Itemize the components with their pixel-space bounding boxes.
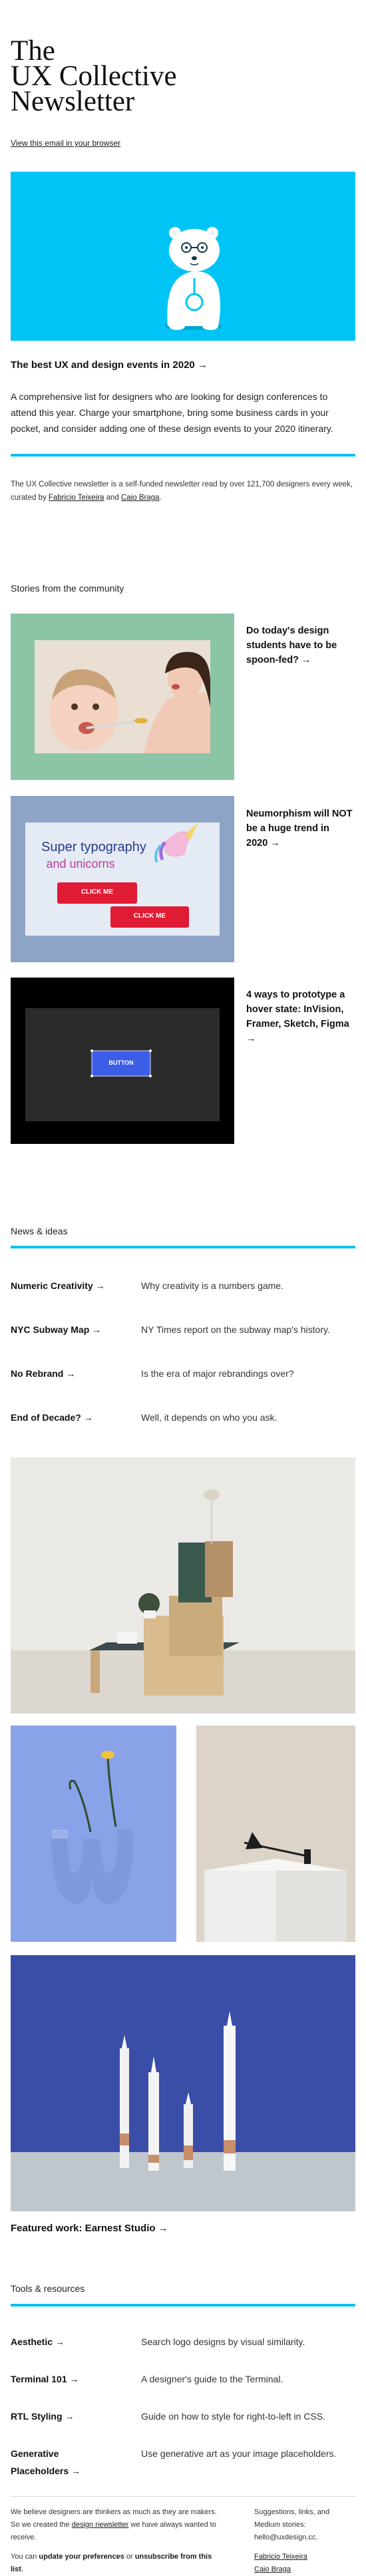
lamp-photo (196, 1726, 355, 1942)
vase-photo (11, 1726, 176, 1942)
tool-item-title[interactable]: Terminal 101 → (11, 2370, 130, 2388)
footer-link-fabricio[interactable]: Fabricio Teixeira (254, 2553, 307, 2561)
news-heading: News & ideas (11, 1226, 68, 1236)
accent-divider (11, 454, 355, 457)
neumorphism-art-button-1: CLICK ME (81, 888, 114, 896)
news-item-description: NY Times report on the subway map's hist… (141, 1324, 330, 1335)
news-item-title[interactable]: NYC Subway Map → (11, 1324, 101, 1335)
tools-divider (11, 2304, 355, 2306)
featured-photo-candles[interactable] (11, 1955, 355, 2211)
neumorphism-art-button-2: CLICK ME (133, 912, 166, 920)
masthead-line-3: Newsletter (11, 86, 135, 117)
newsletter-page: The UX Collective Newsletter View this e… (0, 0, 366, 2576)
featured-photo-lamp[interactable] (196, 1726, 355, 1942)
news-item[interactable]: End of Decade? → Well, it depends on who… (11, 1412, 355, 1428)
story-title-hover-state[interactable]: 4 ways to prototype a hover state: InVis… (246, 988, 353, 1046)
footer-pref-end: . (21, 2565, 23, 2573)
footer-about: We believe designers are thinkers as muc… (11, 2506, 224, 2576)
story-image-hover-state[interactable]: BUTTON (11, 978, 234, 1144)
story-image-spoon-fed[interactable] (11, 614, 234, 780)
news-item-title[interactable]: Numeric Creativity → (11, 1280, 105, 1291)
news-item-description: Why creativity is a numbers game. (141, 1280, 283, 1291)
news-item-title[interactable]: No Rebrand → (11, 1368, 75, 1379)
community-heading: Stories from the community (11, 583, 124, 594)
news-item-description: Well, it depends on who you ask. (141, 1412, 277, 1423)
tool-item-title[interactable]: Aesthetic → (11, 2333, 130, 2350)
view-in-browser-link[interactable]: View this email in your browser (11, 138, 120, 148)
candles-photo (11, 1955, 355, 2211)
neumorphism-art-headline-1: Super typography (41, 840, 146, 854)
news-item-title[interactable]: End of Decade? → (11, 1412, 93, 1423)
neumorphism-art-headline-2: and unicorns (46, 857, 115, 870)
intro-end: . (159, 494, 162, 502)
featured-photo-side-table[interactable] (11, 1457, 355, 1714)
story-image-neumorphism[interactable]: Super typography and unicorns CLICK ME C… (11, 796, 234, 962)
footer-divider (11, 2496, 355, 2497)
tool-item-description: Use generative art as your image placeho… (141, 2448, 337, 2459)
news-item[interactable]: No Rebrand → Is the era of major rebrand… (11, 1368, 355, 1384)
footer-preferences: You can update your preferences or unsub… (11, 2551, 224, 2576)
design-newsletter-link[interactable]: design newsletter (72, 2521, 129, 2529)
tool-item-description: Search logo designs by visual similarity… (141, 2336, 305, 2347)
curator-link-fabricio[interactable]: Fabricio Teixeira (49, 494, 104, 502)
newsletter-intro: The UX Collective newsletter is a self-f… (11, 478, 355, 504)
tool-item-title[interactable]: Generative Placeholders → (11, 2445, 97, 2480)
tool-item-title[interactable]: RTL Styling → (11, 2408, 130, 2425)
footer-curators: Fabricio Teixeira Caio Braga (254, 2551, 355, 2576)
hero-title-link[interactable]: The best UX and design events in 2020 → (11, 359, 355, 371)
footer-contact-text: Suggestions, links, and Medium stories: … (254, 2508, 330, 2541)
news-item-description: Is the era of major rebrandings over? (141, 1368, 294, 1379)
news-divider (11, 1246, 355, 1248)
news-item[interactable]: Numeric Creativity → Why creativity is a… (11, 1280, 355, 1296)
footer-pref-or: or (124, 2553, 135, 2561)
footer-contact: Suggestions, links, and Medium stories: … (254, 2506, 355, 2576)
hero-description: A comprehensive list for designers who a… (11, 391, 333, 434)
neumorphism-art (11, 796, 234, 962)
polar-bear-icon (164, 227, 222, 330)
tool-item-description: A designer's guide to the Terminal. (141, 2374, 283, 2384)
curator-link-caio[interactable]: Caio Braga (121, 494, 160, 502)
news-item[interactable]: NYC Subway Map → NY Times report on the … (11, 1324, 355, 1340)
featured-work-link[interactable]: Featured work: Earnest Studio → (11, 2223, 168, 2234)
tool-item-description: Guide on how to style for right-to-left … (141, 2411, 326, 2422)
intro-and: and (104, 494, 121, 502)
update-preferences-link[interactable]: update your preferences (39, 2553, 124, 2561)
story-title-neumorphism[interactable]: Neumorphism will NOT be a huge trend in … (246, 807, 353, 850)
child-feeding-image (11, 614, 234, 780)
newsletter-masthead: The UX Collective Newsletter (11, 37, 237, 117)
hover-art-button: BUTTON (108, 1059, 134, 1066)
side-table-photo (11, 1457, 355, 1714)
story-title-spoon-fed[interactable]: Do today's design students have to be sp… (246, 624, 353, 667)
footer-mission: We believe designers are thinkers as muc… (11, 2506, 224, 2544)
featured-photo-vase[interactable] (11, 1726, 176, 1942)
footer-pref-text: You can (11, 2553, 39, 2561)
footer-link-caio[interactable]: Caio Braga (254, 2565, 291, 2573)
hero-banner[interactable] (11, 172, 355, 341)
tools-heading: Tools & resources (11, 2283, 85, 2294)
